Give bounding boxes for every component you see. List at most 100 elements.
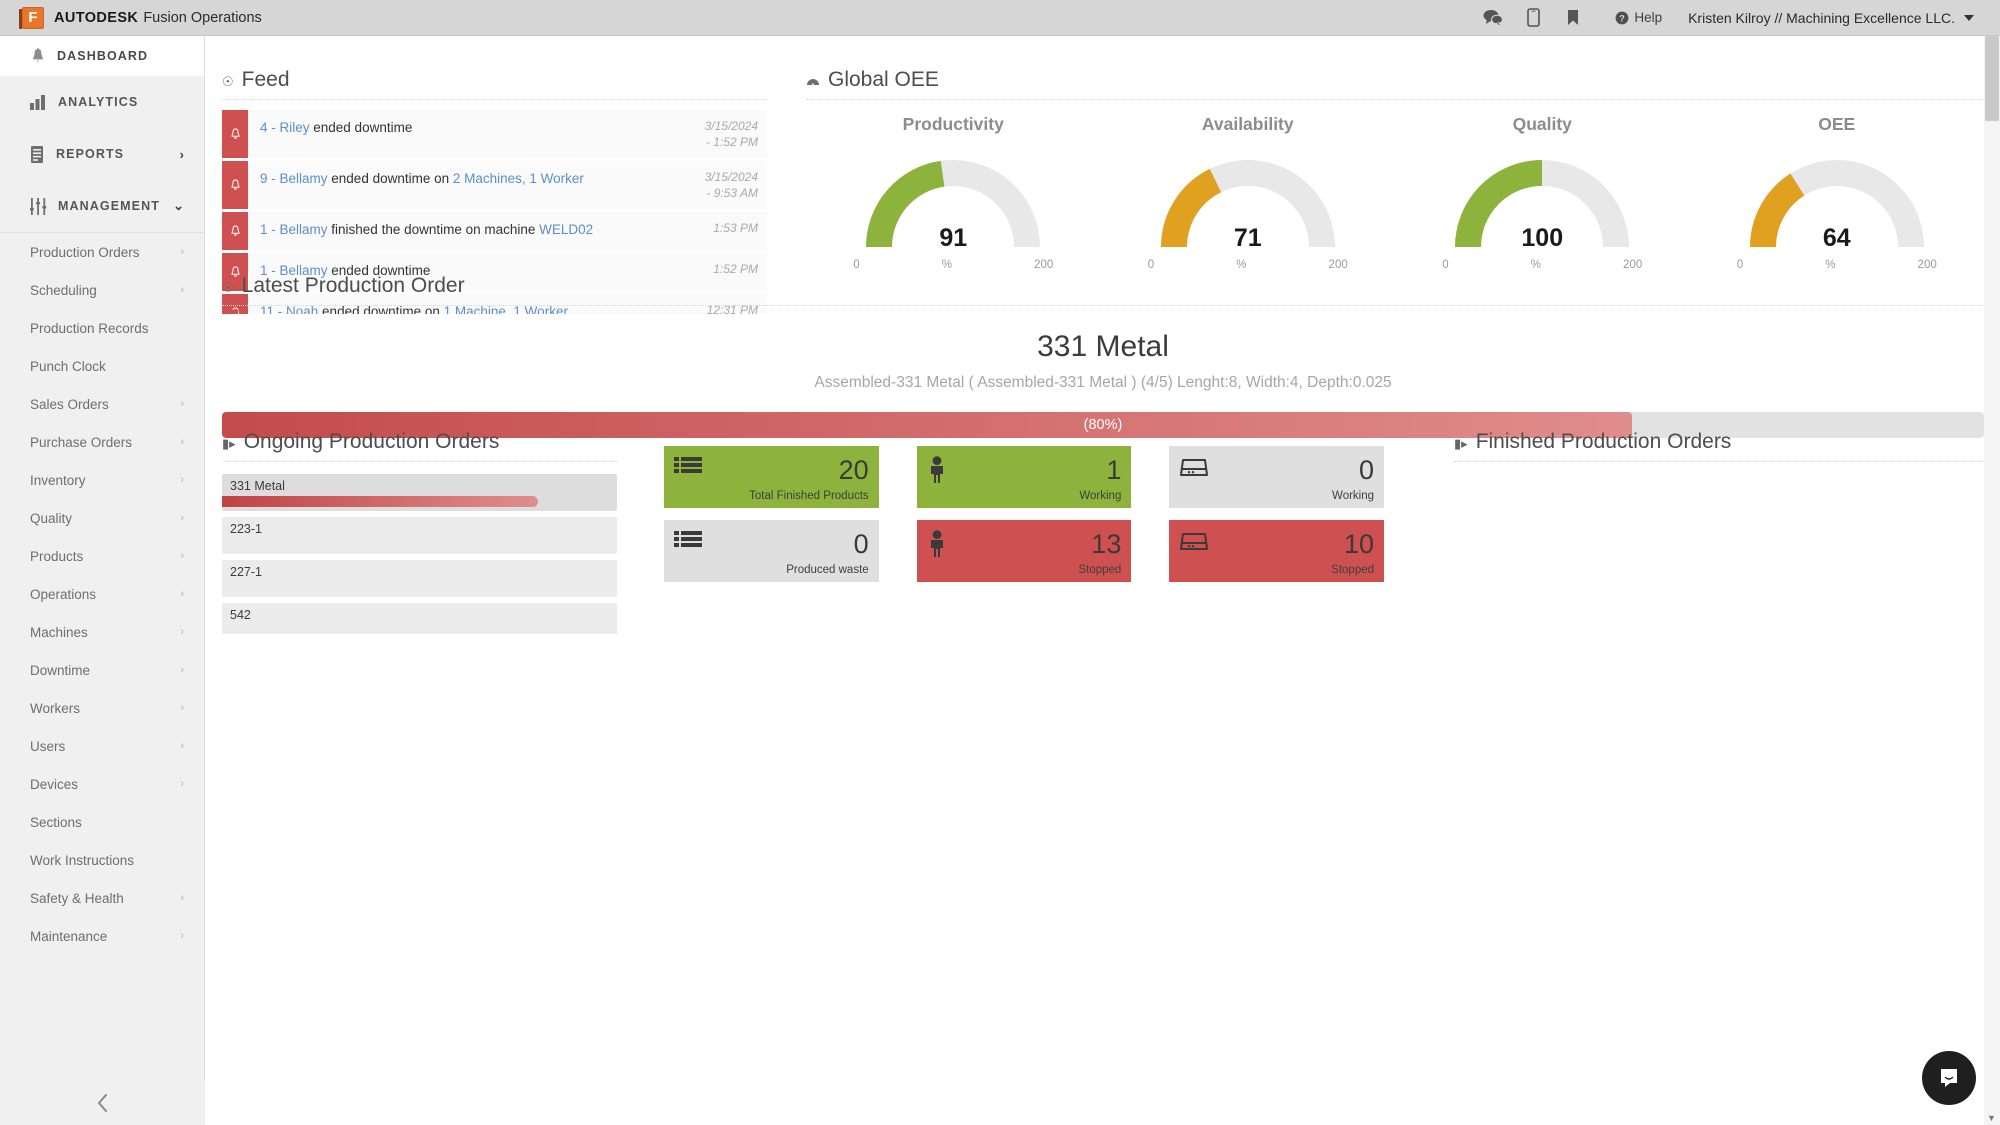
scroll-down-arrow-icon[interactable]: ▼ [1987, 1113, 1996, 1123]
chevron-right-icon: › [180, 626, 184, 638]
sidebar-arrow-reports: › [179, 146, 184, 162]
report-icon [31, 145, 43, 163]
comments-icon[interactable] [1473, 0, 1513, 36]
stat-card-stopped[interactable]: 13 Stopped [916, 520, 1132, 582]
folder-icon: ▮▸ [1454, 436, 1468, 451]
help-link[interactable]: ? Help [1615, 10, 1662, 25]
bell-icon [222, 161, 248, 210]
gauge-tick-max: 200 [1917, 259, 1937, 271]
feed-item[interactable]: 1 - Bellamy finished the downtime on mac… [222, 212, 767, 251]
gauge-availability: Availability 71 0% 200 [1101, 114, 1396, 271]
sidebar-item-label: Users [30, 738, 66, 754]
gauge-oee: OEE 64 0% 200 [1690, 114, 1985, 271]
stat-card-value: 20 [838, 455, 869, 485]
sidebar-item-dashboard[interactable]: DASHBOARD [0, 36, 204, 76]
stat-card-label: Produced waste [786, 564, 869, 576]
ongoing-order-name: 331 Metal [230, 479, 285, 493]
chevron-right-icon: › [180, 474, 184, 486]
page-scrollbar[interactable]: ▼ [1984, 36, 2000, 1125]
sidebar-item-machines[interactable]: Machines › [0, 613, 204, 651]
person-icon [927, 454, 947, 484]
sidebar-item-devices[interactable]: Devices › [0, 765, 204, 803]
stat-card-value: 0 [1358, 455, 1375, 485]
gauge-title: Productivity [902, 114, 1004, 134]
finished-orders-header: ▮▸ Finished Production Orders [1454, 430, 1984, 462]
sidebar-item-workers[interactable]: Workers › [0, 689, 204, 727]
sidebar-item-sales-orders[interactable]: Sales Orders › [0, 385, 204, 423]
gauge-tick-max: 200 [1034, 259, 1054, 271]
ongoing-order-row[interactable]: 223-1 [222, 517, 617, 554]
sidebar-collapse-button[interactable] [0, 1080, 205, 1125]
gauge-productivity: Productivity 91 0% 200 [806, 114, 1101, 271]
gauge-dial: 64 [1739, 151, 1935, 255]
folder-icon: ▮▸ [222, 436, 236, 451]
ongoing-order-row[interactable]: 331 Metal [222, 474, 617, 511]
sidebar-item-users[interactable]: Users › [0, 727, 204, 765]
ongoing-order-name: 223-1 [230, 522, 262, 536]
stat-card-produced-waste[interactable]: 0 Produced waste [664, 520, 879, 582]
sidebar-item-label: Products [30, 548, 84, 564]
sidebar-item-products[interactable]: Products › [0, 537, 204, 575]
feed-item-actor[interactable]: 9 - Bellamy [260, 171, 328, 186]
sidebar-item-analytics[interactable]: ANALYTICS [0, 76, 204, 128]
sidebar-item-quality[interactable]: Quality › [0, 499, 204, 537]
stat-card-stopped[interactable]: 10 Stopped [1169, 520, 1385, 582]
user-menu[interactable]: Kristen Kilroy // Machining Excellence L… [1688, 10, 1974, 26]
feed-item[interactable]: 9 - Bellamy ended downtime on 2 Machines… [222, 161, 767, 210]
feed-item-target[interactable]: WELD02 [539, 222, 593, 237]
latest-production-order-panel: ☉ Latest Production Order 331 Metal Asse… [222, 274, 1984, 438]
stat-card-total-finished-products[interactable]: 20 Total Finished Products [664, 446, 879, 508]
sidebar-item-punch-clock[interactable]: Punch Clock [0, 347, 204, 385]
feed-item[interactable]: 4 - Riley ended downtime 3/15/2024- 1:52 … [222, 110, 767, 159]
sidebar-item-label: Quality [30, 510, 73, 526]
brand-autodesk: AUTODESK [54, 9, 139, 26]
page-scrollbar-thumb[interactable] [1985, 36, 1999, 121]
gauge-row: Productivity 91 0% 200 Availability 71 0% 200 Qu… [806, 114, 1984, 271]
user-label: Kristen Kilroy // Machining Excellence L… [1688, 9, 1955, 26]
sidebar-item-label: Devices [30, 776, 79, 792]
top-bar: AUTODESK Fusion Operations ? Help Kriste… [0, 0, 2000, 36]
sidebar-item-label: Production Orders [30, 244, 140, 260]
sidebar-item-management[interactable]: MANAGEMENT ⌄ [0, 180, 204, 232]
feed-item-target[interactable]: 2 Machines, 1 Worker [453, 171, 584, 186]
ongoing-order-row[interactable]: 542 [222, 603, 617, 634]
sidebar-item-downtime[interactable]: Downtime › [0, 651, 204, 689]
sidebar-item-operations[interactable]: Operations › [0, 575, 204, 613]
sidebar-item-label: Downtime [30, 662, 91, 678]
gauge-icon [806, 74, 820, 89]
stat-card-working[interactable]: 1 Working [916, 446, 1132, 508]
bell-icon [222, 110, 248, 159]
stat-card-working[interactable]: 0 Working [1169, 446, 1385, 508]
stat-card-value: 13 [1091, 529, 1122, 559]
brand[interactable]: AUTODESK Fusion Operations [19, 6, 262, 29]
sidebar-item-safety-health[interactable]: Safety & Health › [0, 879, 204, 917]
chevron-right-icon: › [180, 778, 184, 790]
sidebar-item-production-records[interactable]: Production Records [0, 309, 204, 347]
chat-widget-button[interactable] [1922, 1051, 1976, 1105]
sidebar-item-sections[interactable]: Sections [0, 803, 204, 841]
ongoing-orders-list[interactable]: 331 Metal223-1227-1542753-1 [222, 474, 617, 634]
sidebar-item-purchase-orders[interactable]: Purchase Orders › [0, 423, 204, 461]
sidebar-item-label: Sales Orders [30, 396, 109, 412]
sidebar-item-work-instructions[interactable]: Work Instructions [0, 841, 204, 879]
mobile-icon[interactable] [1513, 0, 1553, 36]
bookmark-icon[interactable] [1553, 0, 1593, 36]
sidebar-item-scheduling[interactable]: Scheduling › [0, 271, 204, 309]
ongoing-orders-header: ▮▸ Ongoing Production Orders [222, 430, 617, 462]
sidebar-item-maintenance[interactable]: Maintenance › [0, 917, 204, 955]
feed-item-actor[interactable]: 1 - Bellamy [260, 222, 328, 237]
feed-item-text: 1 - Bellamy finished the downtime on mac… [260, 222, 594, 238]
gauge-dial: 91 [855, 151, 1051, 255]
sidebar-item-label: Punch Clock [30, 358, 106, 374]
ongoing-order-row[interactable]: 227-1 [222, 560, 617, 597]
sidebar-item-reports[interactable]: REPORTS › [0, 128, 204, 180]
finished-production-orders-panel: ▮▸ Finished Production Orders [1454, 430, 1984, 462]
brand-product: Fusion Operations [143, 9, 262, 26]
feed-item-actor[interactable]: 4 - Riley [260, 120, 310, 135]
sidebar-item-production-orders[interactable]: Production Orders › [0, 233, 204, 271]
sidebar-item-label: Work Instructions [30, 852, 135, 868]
sidebar-item-inventory[interactable]: Inventory › [0, 461, 204, 499]
stat-card-row: 0 Produced waste 13 Stopped 10 Stopped [664, 520, 1385, 582]
bar-chart-icon [30, 94, 45, 110]
stat-card-value: 10 [1343, 529, 1375, 559]
